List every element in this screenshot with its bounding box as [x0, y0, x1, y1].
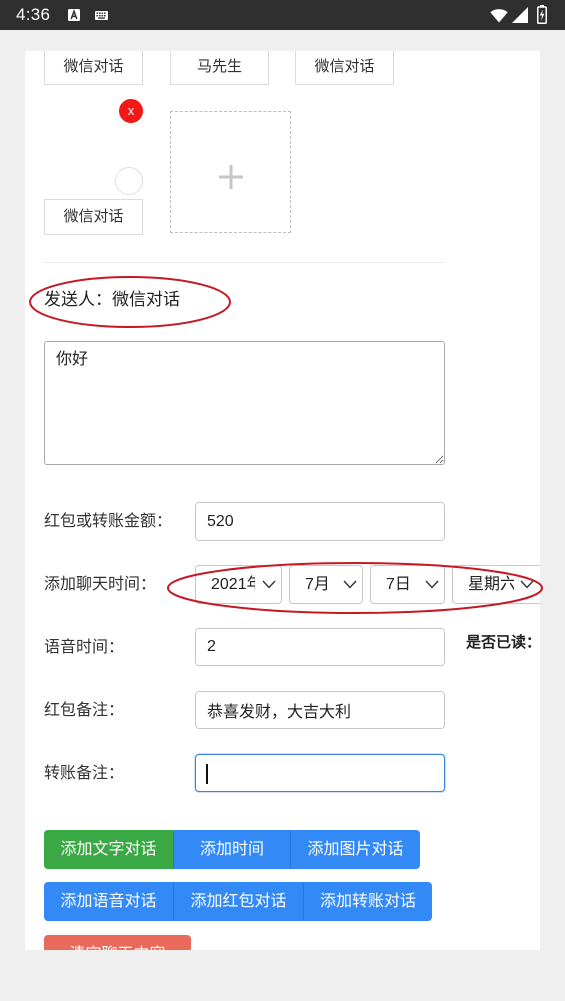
status-bar: 4:36	[0, 0, 565, 30]
voice-time-input[interactable]	[195, 628, 445, 666]
divider	[44, 262, 445, 263]
sender-line: 发送人：微信对话	[44, 289, 180, 311]
transfer-note-input[interactable]	[195, 754, 445, 792]
add-voice-message-button[interactable]: 添加语音对话	[44, 882, 173, 921]
add-red-packet-message-button[interactable]: 添加红包对话	[173, 882, 303, 921]
selected-contact-chip[interactable]: 微信对话	[44, 199, 143, 235]
status-time: 4:36	[16, 5, 51, 24]
add-contact-button[interactable]	[170, 111, 291, 233]
add-time-button[interactable]: 添加时间	[173, 830, 290, 869]
chat-editor-panel: 微信对话 马先生 微信对话 x 微信对话 发送人：微信对话 你好 红包或转账金额…	[25, 51, 540, 950]
contact-chip[interactable]: 微信对话	[44, 51, 143, 85]
signal-icon	[512, 7, 528, 23]
sender-name: 微信对话	[112, 290, 180, 309]
voice-time-label: 语音时间：	[44, 639, 125, 656]
add-image-message-button[interactable]: 添加图片对话	[290, 830, 420, 869]
chevron-down-icon	[262, 580, 276, 589]
a-icon	[68, 9, 80, 21]
sender-label: 发送人：	[44, 290, 112, 309]
text-cursor	[206, 764, 208, 784]
add-transfer-message-button[interactable]: 添加转账对话	[303, 882, 432, 921]
remove-contact-button[interactable]: x	[119, 99, 143, 123]
red-packet-note-input[interactable]	[195, 691, 445, 729]
read-status-label: 是否已读：	[466, 634, 540, 651]
chevron-down-icon	[425, 580, 439, 589]
year-select[interactable]: 2021年	[195, 565, 282, 604]
amount-input[interactable]	[195, 502, 445, 541]
plus-icon	[219, 165, 243, 189]
chevron-down-icon	[343, 580, 357, 589]
day-select-value: 7日	[386, 576, 411, 593]
month-select-value: 7月	[305, 576, 330, 593]
contact-avatar[interactable]	[115, 167, 143, 195]
wifi-icon	[490, 9, 508, 23]
contact-chip[interactable]: 马先生	[170, 51, 269, 85]
message-textarea[interactable]: 你好	[44, 341, 445, 465]
add-text-message-button[interactable]: 添加文字对话	[44, 830, 173, 869]
battery-charging-icon	[537, 5, 547, 24]
keyboard-icon	[95, 11, 108, 20]
year-select-value: 2021年	[211, 576, 255, 593]
chat-time-label: 添加聊天时间：	[44, 576, 157, 593]
month-select[interactable]: 7月	[289, 565, 363, 604]
transfer-note-label: 转账备注：	[44, 765, 125, 782]
weekday-select-value: 星期六	[468, 576, 514, 593]
amount-label: 红包或转账金额：	[44, 513, 173, 530]
contact-chip[interactable]: 微信对话	[295, 51, 394, 85]
clear-chat-button[interactable]: 清空聊天内容	[44, 935, 191, 950]
chevron-down-icon	[520, 580, 534, 589]
day-select[interactable]: 7日	[370, 565, 445, 604]
red-packet-note-label: 红包备注：	[44, 702, 125, 719]
weekday-select[interactable]: 星期六	[452, 565, 540, 604]
